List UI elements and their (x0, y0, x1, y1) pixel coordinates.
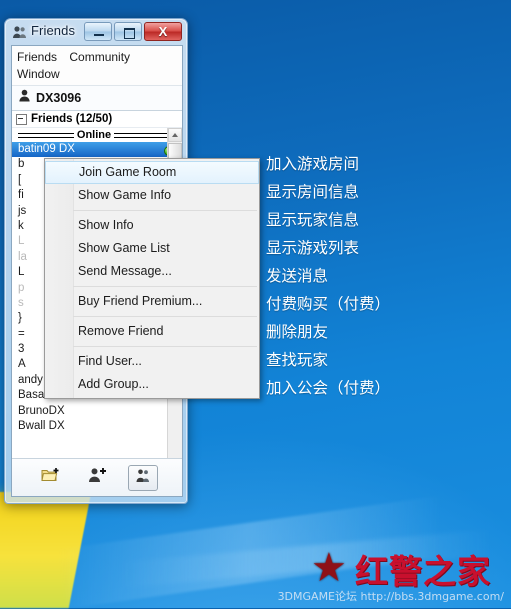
menu-item-find-user[interactable]: Find User... (45, 350, 259, 373)
scroll-up-button[interactable] (168, 128, 182, 142)
menu-separator (73, 316, 257, 317)
annotation-show-game-list: 显示游戏列表 (266, 239, 360, 257)
star-icon: ★ (311, 546, 347, 590)
close-button[interactable]: X (144, 22, 182, 41)
friends-icon (12, 25, 27, 39)
annotation-join-game-room: 加入游戏房间 (266, 155, 360, 173)
menu-item-buy-friend-premium[interactable]: Buy Friend Premium... (45, 290, 259, 313)
menu-item-send-message[interactable]: Send Message... (45, 260, 259, 283)
menu-separator (73, 286, 257, 287)
watermark-url: 3DMGAME论坛 http://bbs.3dmgame.com/ (277, 590, 504, 603)
menu-item-add-group[interactable]: Add Group... (45, 373, 259, 396)
group-label: Friends (12/50) (31, 113, 113, 125)
minimize-icon (94, 34, 104, 36)
collapse-icon[interactable] (16, 113, 27, 125)
friends-list-icon (135, 468, 151, 488)
divider-rule-right (114, 132, 171, 138)
menu-separator (73, 346, 257, 347)
annotation-add-group: 加入公会（付费） (266, 379, 391, 397)
bottom-toolbar[interactable] (12, 458, 182, 496)
friends-group-header[interactable]: Friends (12/50) (12, 111, 182, 127)
user-name: DX3096 (36, 91, 82, 105)
list-item-label: batin09 DX (18, 143, 75, 155)
maximize-button[interactable] (114, 22, 142, 41)
add-user-icon (87, 467, 107, 488)
annotation-remove-friend: 删除朋友 (266, 323, 329, 341)
add-folder-button[interactable] (36, 465, 66, 491)
list-item[interactable]: batin09 DX (12, 142, 182, 158)
annotation-buy-friend-premium: 付费购买（付费） (266, 295, 391, 313)
current-user-row[interactable]: DX3096 (12, 86, 182, 111)
window-titlebar[interactable]: Friends X (5, 19, 187, 45)
menu-item-remove-friend[interactable]: Remove Friend (45, 320, 259, 343)
window-title: Friends (31, 23, 76, 38)
online-divider-label: Online (76, 129, 112, 141)
watermark: ★ 红警之家 3DMGAME论坛 http://bbs.3dmgame.com/ (278, 546, 508, 603)
menu-friends[interactable]: Friends (17, 49, 57, 66)
annotation-show-game-info: 显示房间信息 (266, 183, 360, 201)
annotation-send-message: 发送消息 (266, 267, 329, 285)
annotation-list: 加入游戏房间 显示房间信息 显示玩家信息 显示游戏列表 发送消息 付费购买（付费… (266, 155, 496, 409)
menu-item-show-game-info[interactable]: Show Game Info (45, 184, 259, 207)
watermark-brand: 红警之家 (355, 552, 491, 591)
divider-rule-left (18, 132, 74, 138)
online-divider: Online (12, 128, 182, 142)
menu-item-join-game-room[interactable]: Join Game Room (45, 161, 259, 184)
chevron-up-icon (172, 133, 178, 137)
add-folder-icon (41, 467, 61, 488)
annotation-find-user: 查找玩家 (266, 351, 329, 369)
user-icon (18, 89, 31, 107)
menu-item-show-game-list[interactable]: Show Game List (45, 237, 259, 260)
add-user-button[interactable] (82, 465, 112, 491)
close-icon: X (158, 24, 168, 39)
list-item[interactable]: Bwall DX (12, 419, 182, 434)
minimize-button[interactable] (84, 22, 112, 41)
list-item[interactable]: BrunoDX (12, 404, 182, 419)
annotation-show-info: 显示玩家信息 (266, 211, 360, 229)
maximize-icon (124, 28, 135, 39)
menu-separator (73, 210, 257, 211)
friends-list-button[interactable] (128, 464, 158, 491)
menu-window[interactable]: Window (17, 66, 60, 83)
menu-bar[interactable]: Friends Community Window (12, 46, 182, 86)
menu-community[interactable]: Community (69, 49, 130, 66)
menu-item-show-info[interactable]: Show Info (45, 214, 259, 237)
context-menu[interactable]: Join Game Room Show Game Info Show Info … (44, 158, 260, 399)
